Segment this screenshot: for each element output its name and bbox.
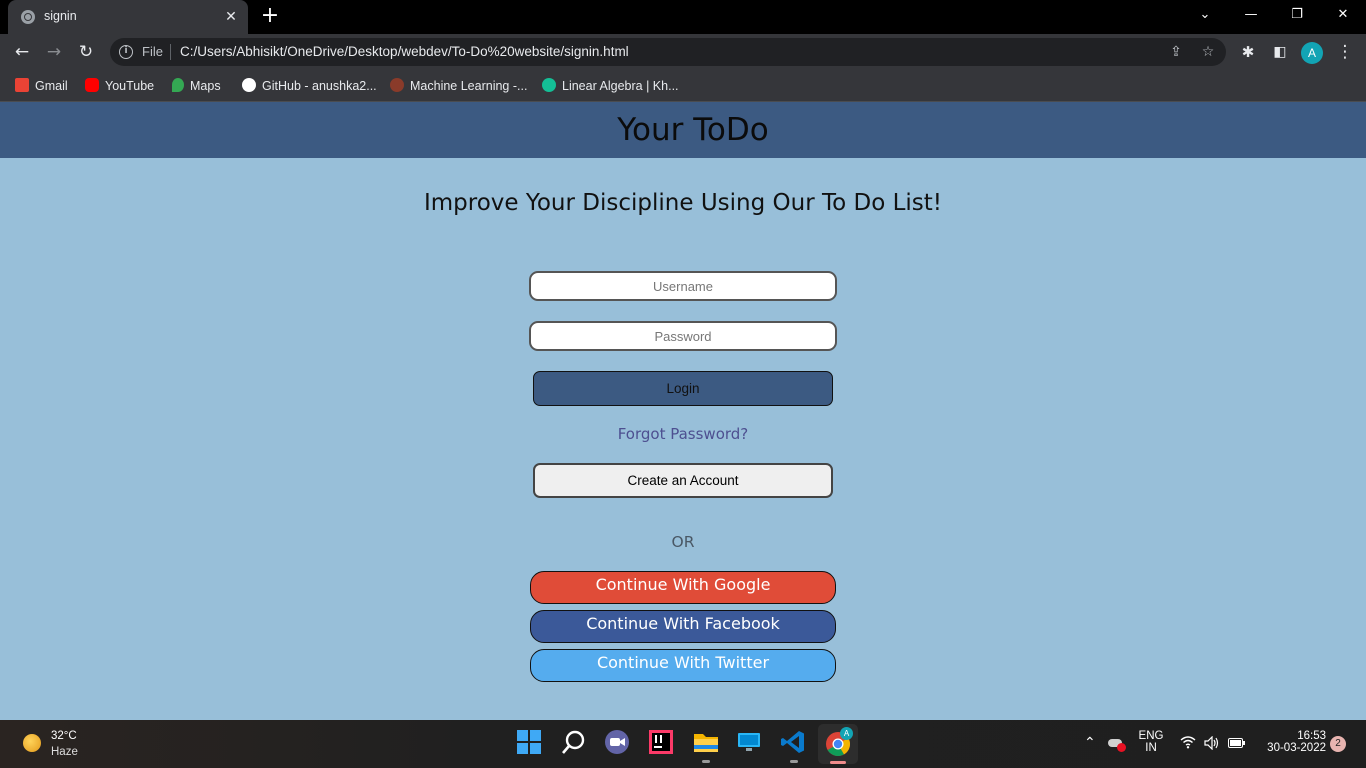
info-icon[interactable]: i [119, 45, 133, 59]
username-input[interactable] [529, 271, 837, 301]
menu-kebab-icon[interactable]: ⋮ [1331, 38, 1359, 66]
intellij-icon [649, 730, 673, 754]
side-panel-icon[interactable]: ◧ [1266, 38, 1294, 66]
restore-icon[interactable]: ❐ [1274, 0, 1320, 30]
windows-logo-icon [517, 730, 541, 754]
bookmark-youtube[interactable]: YouTube [85, 77, 154, 95]
weather-condition: Haze [51, 746, 78, 758]
bookmark-github[interactable]: GitHub - anushka2... [242, 77, 377, 95]
khan-academy-icon [542, 78, 556, 92]
bookmark-label: GitHub - anushka2... [262, 79, 377, 93]
browser-toolbar: ← → ↻ i File C:/Users/Abhisikt/OneDrive/… [0, 34, 1366, 70]
remote-desktop-button[interactable] [736, 729, 764, 757]
reload-icon[interactable]: ↻ [72, 38, 100, 66]
minimize-icon[interactable]: — [1228, 0, 1274, 30]
globe-icon [21, 10, 35, 24]
wifi-icon[interactable] [1180, 735, 1196, 752]
bookmark-maps[interactable]: Maps [172, 77, 221, 95]
profile-badge: A [840, 727, 853, 740]
tab-search-icon[interactable]: ⌄ [1182, 0, 1228, 30]
site-title: Your ToDo [617, 112, 769, 148]
folder-icon [694, 734, 718, 752]
tagline: Improve Your Discipline Using Our To Do … [423, 190, 943, 216]
profile-avatar[interactable]: A [1301, 42, 1323, 64]
weather-temp: 32°C [51, 730, 77, 742]
clock-date: 30-03-2022 [1267, 742, 1326, 754]
youtube-icon [85, 78, 99, 92]
notification-badge[interactable]: 2 [1330, 736, 1346, 752]
scheme-label: File [142, 44, 163, 59]
tab-signin[interactable]: signin ✕ [8, 0, 248, 34]
forgot-password-link[interactable]: Forgot Password? [0, 425, 1366, 443]
maps-icon [172, 78, 184, 92]
battery-icon[interactable] [1228, 737, 1246, 752]
windows-taskbar: 32°C Haze A ⌃ ENG IN 16:53 30-03-2022 2 [0, 720, 1366, 768]
chrome-button[interactable]: A [818, 724, 858, 764]
bookmark-label: YouTube [105, 79, 155, 93]
tab-strip: signin ✕ + ⌄ — ❐ ✕ [0, 0, 1366, 34]
start-button[interactable] [516, 729, 544, 757]
bookmark-star-icon[interactable]: ☆ [1198, 42, 1218, 62]
file-explorer-button[interactable] [692, 729, 720, 763]
active-indicator [830, 761, 846, 764]
speaker-icon[interactable] [1204, 735, 1220, 753]
url-text[interactable]: C:/Users/Abhisikt/OneDrive/Desktop/webde… [180, 44, 629, 59]
bookmark-label: Maps [190, 79, 221, 93]
bookmark-label: Linear Algebra | Kh... [562, 79, 679, 93]
forward-arrow-icon[interactable]: → [40, 38, 68, 66]
close-window-icon[interactable]: ✕ [1320, 0, 1366, 30]
running-indicator [790, 760, 798, 763]
vscode-icon [781, 731, 804, 753]
running-indicator [702, 760, 710, 763]
twitter-signin-button[interactable]: Continue With Twitter [530, 649, 836, 682]
facebook-signin-button[interactable]: Continue With Facebook [530, 610, 836, 643]
forgot-password-label[interactable]: Forgot Password? [618, 425, 749, 443]
new-tab-button[interactable]: + [258, 5, 282, 29]
close-tab-icon[interactable]: ✕ [220, 6, 242, 28]
gmail-icon [15, 78, 29, 92]
region-label: IN [1145, 742, 1157, 754]
tab-title: signin [44, 9, 77, 23]
clock[interactable]: 16:53 30-03-2022 [1256, 730, 1326, 754]
omnibox-divider [170, 44, 171, 60]
clock-time: 16:53 [1297, 730, 1326, 742]
or-divider: OR [671, 533, 695, 551]
chat-camera-icon [605, 730, 629, 754]
onedrive-error-icon[interactable] [1108, 736, 1126, 752]
monitor-icon [738, 733, 760, 751]
google-signin-button[interactable]: Continue With Google [530, 571, 836, 604]
login-button[interactable]: Login [533, 371, 833, 406]
back-arrow-icon[interactable]: ← [8, 38, 36, 66]
bookmark-label: Gmail [35, 79, 68, 93]
extensions-icon[interactable]: ✱ [1234, 38, 1262, 66]
language-label: ENG [1138, 730, 1164, 742]
vscode-button[interactable] [780, 729, 808, 763]
bookmark-linear-algebra[interactable]: Linear Algebra | Kh... [542, 77, 679, 95]
bookmarks-bar: Gmail YouTube Maps GitHub - anushka2... … [0, 70, 1366, 102]
intellij-button[interactable] [648, 729, 676, 757]
create-account-button[interactable]: Create an Account [533, 463, 833, 498]
address-bar[interactable]: i File C:/Users/Abhisikt/OneDrive/Deskto… [110, 38, 1226, 66]
language-indicator[interactable]: ENG IN [1136, 730, 1166, 754]
bookmark-label: Machine Learning -... [410, 79, 528, 93]
bookmark-gmail[interactable]: Gmail [15, 77, 68, 95]
teams-chat-button[interactable] [604, 729, 632, 757]
search-icon [562, 730, 585, 754]
ml-icon [390, 78, 404, 92]
github-icon [242, 78, 256, 92]
page-viewport: Your ToDo Improve Your Discipline Using … [0, 102, 1366, 720]
sun-haze-icon [23, 734, 41, 752]
password-input[interactable] [529, 321, 837, 351]
bookmark-machine-learning[interactable]: Machine Learning -... [390, 77, 527, 95]
share-icon[interactable]: ⇪ [1166, 42, 1186, 62]
site-header: Your ToDo [0, 102, 1366, 158]
chevron-up-icon[interactable]: ⌃ [1084, 734, 1096, 751]
search-button[interactable] [561, 729, 589, 757]
